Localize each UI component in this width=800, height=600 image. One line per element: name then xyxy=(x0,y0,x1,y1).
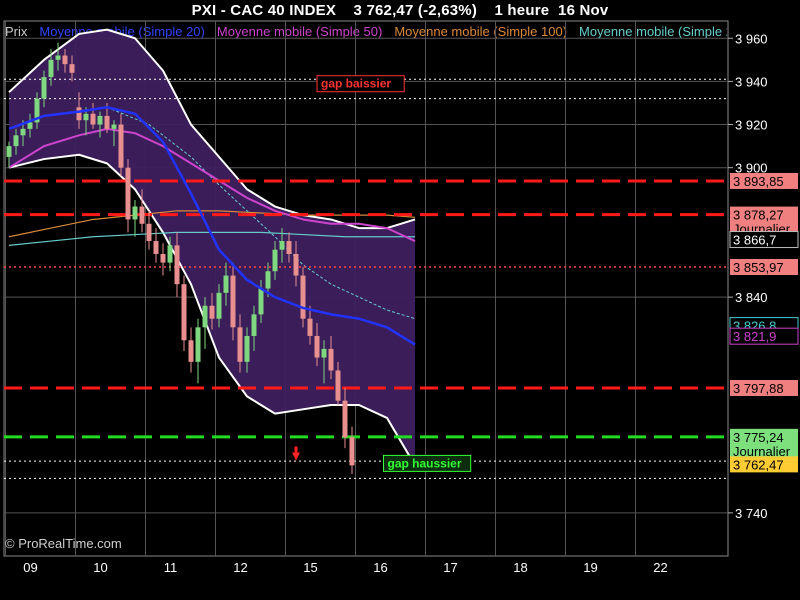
candle-body-32 xyxy=(230,275,236,328)
candle-body-13 xyxy=(97,115,103,125)
candle-body-8 xyxy=(62,55,68,65)
x-tick-label: 11 xyxy=(164,560,178,575)
candle-body-17 xyxy=(125,167,131,220)
x-tick-label: 15 xyxy=(303,560,317,575)
candle-body-39 xyxy=(279,241,285,250)
bollinger-fill xyxy=(9,29,415,466)
candle-body-44 xyxy=(314,335,320,358)
y-tick-label: 3 960 xyxy=(735,31,768,46)
candle-body-19 xyxy=(139,206,145,224)
price-label-6: 3 797,88 xyxy=(733,381,784,396)
candle-body-9 xyxy=(69,64,75,73)
candle-body-42 xyxy=(300,275,306,319)
annotation-gap-baissier: gap baissier xyxy=(321,77,391,91)
price-label-1: 3 878,27 xyxy=(733,208,784,223)
candle-body-12 xyxy=(90,113,96,125)
x-tick-label: 16 xyxy=(373,560,387,575)
price-chart[interactable]: 3 7403 8403 9003 9203 9403 96009 10 11 12 15… xyxy=(0,0,800,600)
y-tick-label: 3 840 xyxy=(735,290,768,305)
annotation-gap-haussier: gap haussier xyxy=(388,456,462,470)
candle-body-45 xyxy=(321,348,327,358)
candle-body-15 xyxy=(111,124,117,129)
candle-body-48 xyxy=(342,400,348,438)
candle-body-3 xyxy=(27,122,33,129)
candle-body-1 xyxy=(13,135,19,147)
candle-body-46 xyxy=(328,348,334,371)
x-tick-label: 09 xyxy=(23,560,37,575)
candle-body-27 xyxy=(195,327,201,362)
down-arrow-icon xyxy=(292,446,300,461)
y-tick-label: 3 740 xyxy=(735,506,768,521)
y-tick-label: 3 940 xyxy=(735,74,768,89)
candle-body-37 xyxy=(265,271,271,289)
x-tick-label: 10 xyxy=(93,560,107,575)
candle-body-18 xyxy=(132,206,138,220)
candle-body-49 xyxy=(349,437,355,466)
candle-body-25 xyxy=(181,284,187,341)
price-label-0: 3 893,85 xyxy=(733,174,784,189)
x-tick-label: 17 xyxy=(443,560,457,575)
watermark: © ProRealTime.com xyxy=(5,536,122,551)
candle-body-14 xyxy=(104,115,110,129)
x-tick-label: 18 xyxy=(513,560,527,575)
candle-body-36 xyxy=(258,288,264,315)
candle-body-31 xyxy=(223,275,229,293)
candle-body-6 xyxy=(48,59,54,78)
candle-body-33 xyxy=(237,327,243,362)
x-tick-label: 22 xyxy=(653,560,667,575)
candle-body-0 xyxy=(6,146,12,157)
candle-body-35 xyxy=(251,314,257,336)
x-tick-label: 19 xyxy=(583,560,597,575)
candle-body-24 xyxy=(174,245,180,285)
candle-body-47 xyxy=(335,370,341,401)
candle-body-22 xyxy=(160,253,166,263)
candle-body-40 xyxy=(286,241,292,254)
candle-body-21 xyxy=(153,241,159,254)
candle-body-34 xyxy=(244,335,250,362)
candle-body-29 xyxy=(209,305,215,319)
candle-body-23 xyxy=(167,245,173,263)
price-label-3: 3 853,97 xyxy=(733,260,784,275)
candle-body-11 xyxy=(83,113,89,121)
candle-body-43 xyxy=(307,318,313,336)
candle-body-38 xyxy=(272,249,278,272)
candle-body-2 xyxy=(20,128,26,136)
candle-body-30 xyxy=(216,292,222,319)
x-tick-label: 12 xyxy=(233,560,247,575)
candle-body-20 xyxy=(146,223,152,242)
candle-body-41 xyxy=(293,253,299,276)
candle-body-10 xyxy=(76,107,82,121)
price-label-2: 3 866,7 xyxy=(733,233,776,248)
candle-body-5 xyxy=(41,77,47,99)
candle-body-26 xyxy=(188,340,194,362)
candle-body-16 xyxy=(118,124,124,168)
candle-body-28 xyxy=(202,305,208,328)
price-label-5: 3 821,9 xyxy=(733,329,776,344)
candle-body-7 xyxy=(55,55,61,60)
y-tick-label: 3 920 xyxy=(735,118,768,133)
price-label-8: 3 762,47 xyxy=(733,457,784,472)
price-label-7: 3 775,24 xyxy=(733,430,784,445)
